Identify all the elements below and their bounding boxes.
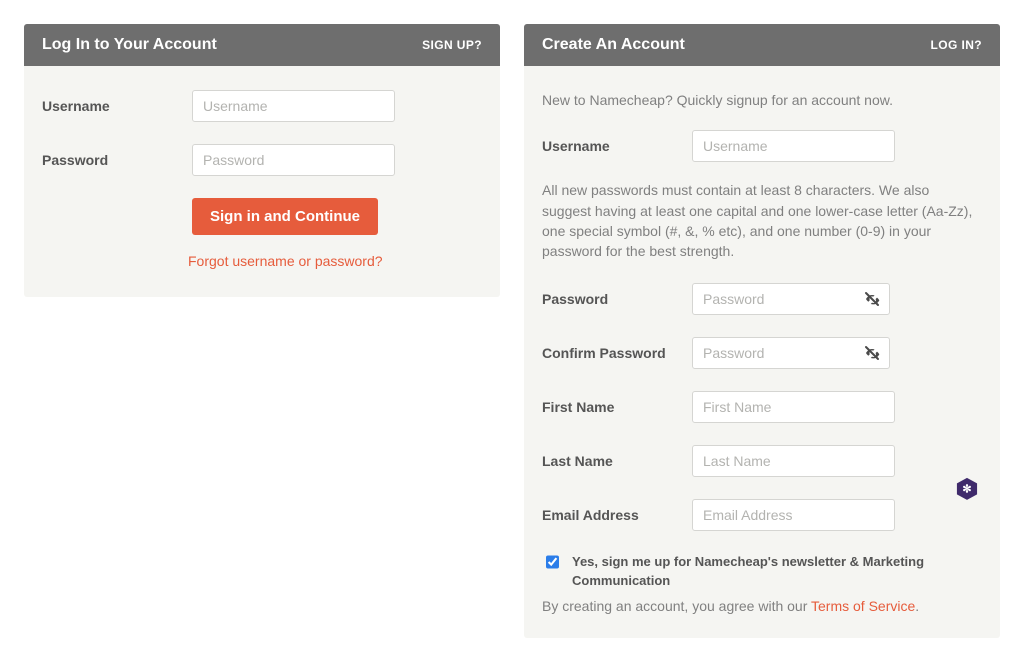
signup-link[interactable]: SIGN UP? — [422, 38, 482, 52]
signup-password-label: Password — [542, 291, 692, 307]
password-help: All new passwords must contain at least … — [542, 180, 982, 261]
widget-hex-icon[interactable]: ✻ — [956, 477, 978, 501]
signup-lastname-label: Last Name — [542, 453, 692, 469]
signup-header: Create An Account LOG IN? — [524, 24, 1000, 66]
signup-username-input[interactable] — [692, 130, 895, 162]
login-title: Log In to Your Account — [42, 36, 217, 54]
eye-slash-icon[interactable] — [864, 345, 880, 361]
signup-username-label: Username — [542, 138, 692, 154]
newsletter-checkbox[interactable] — [546, 555, 559, 569]
tos-line: By creating an account, you agree with o… — [542, 598, 982, 614]
tos-suffix: . — [915, 598, 919, 614]
signup-email-input[interactable] — [692, 499, 895, 531]
signin-button[interactable]: Sign in and Continue — [192, 198, 378, 235]
signup-confirm-input[interactable] — [692, 337, 890, 369]
login-password-input[interactable] — [192, 144, 395, 176]
eye-slash-icon[interactable] — [864, 291, 880, 307]
login-username-label: Username — [42, 98, 192, 114]
signup-email-label: Email Address — [542, 507, 692, 523]
login-header: Log In to Your Account SIGN UP? — [24, 24, 500, 66]
forgot-link[interactable]: Forgot username or password? — [188, 253, 383, 269]
newsletter-label: Yes, sign me up for Namecheap's newslett… — [572, 553, 982, 589]
login-panel: Log In to Your Account SIGN UP? Username… — [24, 24, 500, 297]
signup-confirm-label: Confirm Password — [542, 345, 692, 361]
tos-prefix: By creating an account, you agree with o… — [542, 598, 811, 614]
signup-panel: Create An Account LOG IN? New to Nameche… — [524, 24, 1000, 638]
signup-firstname-label: First Name — [542, 399, 692, 415]
signup-lastname-input[interactable] — [692, 445, 895, 477]
login-username-input[interactable] — [192, 90, 395, 122]
signup-title: Create An Account — [542, 36, 685, 54]
login-password-label: Password — [42, 152, 192, 168]
signup-firstname-input[interactable] — [692, 391, 895, 423]
svg-text:✻: ✻ — [962, 484, 971, 496]
tos-link[interactable]: Terms of Service — [811, 598, 915, 614]
login-link[interactable]: LOG IN? — [931, 38, 982, 52]
signup-password-input[interactable] — [692, 283, 890, 315]
signup-intro: New to Namecheap? Quickly signup for an … — [542, 90, 982, 110]
